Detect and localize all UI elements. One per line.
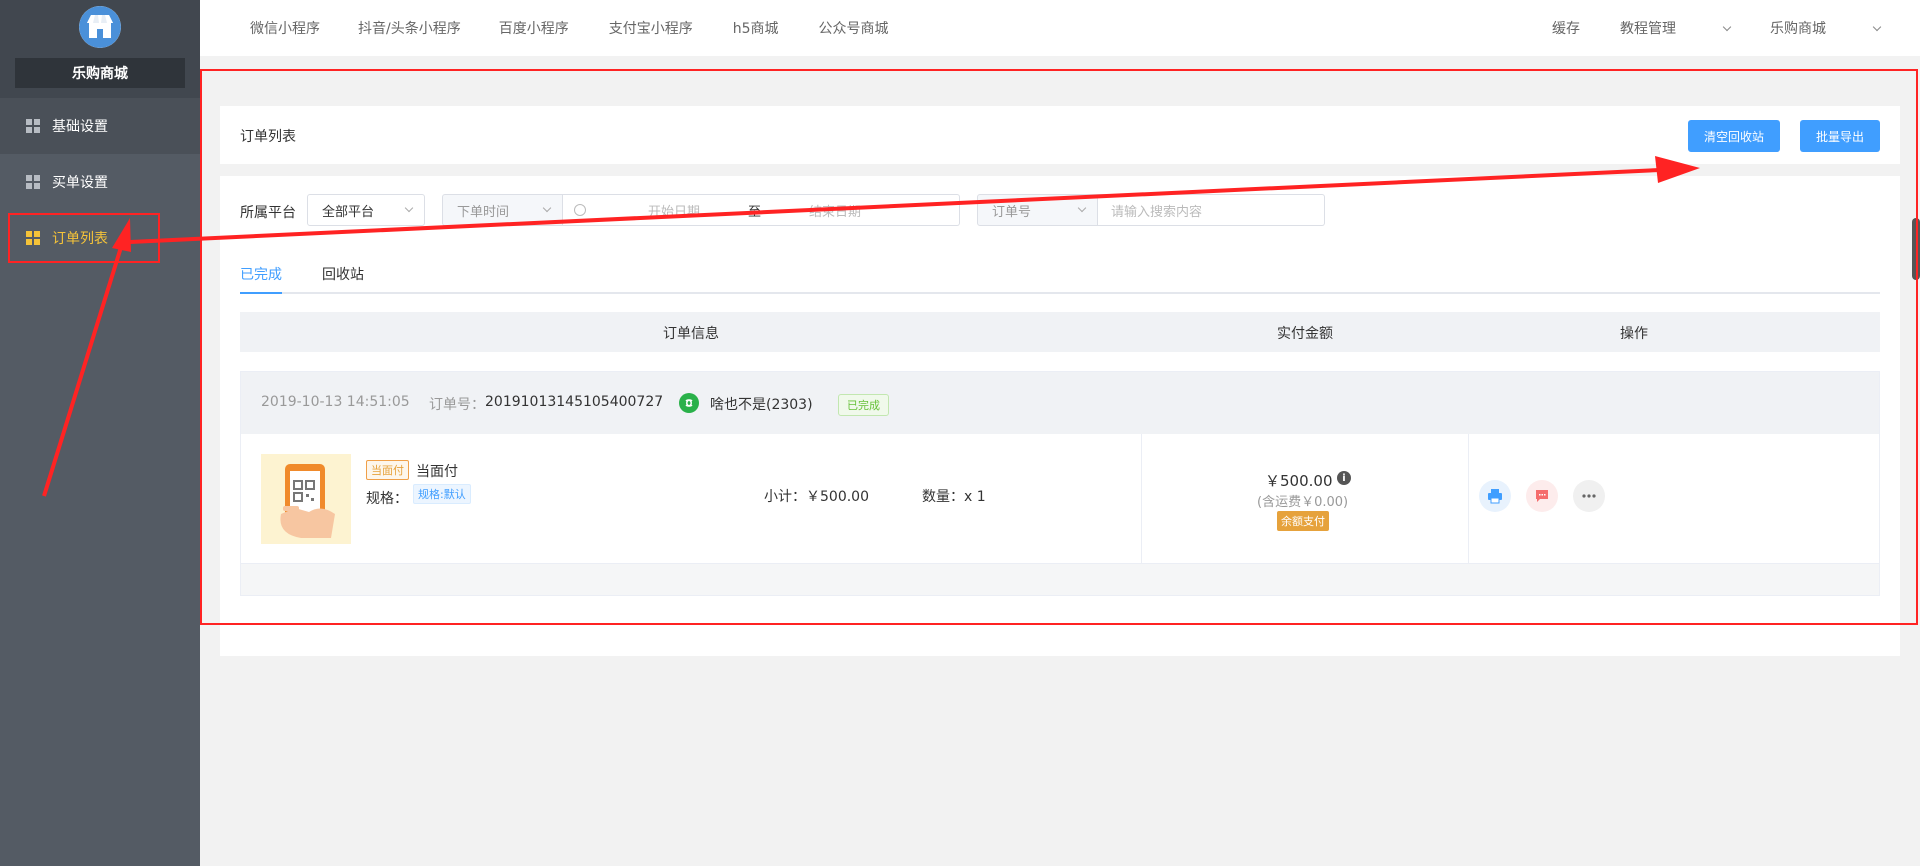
tutorial-menu[interactable]: 教程管理 xyxy=(1620,18,1732,38)
panel-header: 订单列表 清空回收站 批量导出 xyxy=(220,106,1900,164)
platform-select-value: 全部平台 xyxy=(322,204,375,220)
store-menu[interactable]: 乐购商城 xyxy=(1770,18,1882,38)
product-name: 当面付 xyxy=(416,464,458,480)
sidebar-header: 乐购商城 xyxy=(0,0,200,98)
search-input[interactable]: 请输入搜索内容 xyxy=(1097,194,1325,226)
tab-completed[interactable]: 已完成 xyxy=(240,264,282,294)
nav-douyin-miniapp[interactable]: 抖音/头条小程序 xyxy=(358,18,461,38)
wechat-platform-icon xyxy=(679,393,699,413)
date-range-picker[interactable]: 开始日期 至 结束日期 xyxy=(562,194,960,226)
paid-amount: ￥500.00 xyxy=(1265,472,1333,490)
message-icon xyxy=(1536,490,1548,502)
column-header-order-info: 订单信息 xyxy=(663,326,719,342)
product-image xyxy=(261,454,351,544)
chevron-down-icon xyxy=(1077,203,1087,213)
platform-label: 所属平台 xyxy=(240,205,296,221)
order-card: 2019-10-13 14:51:05 订单号： 201910131451054… xyxy=(240,371,1880,596)
more-icon xyxy=(1582,494,1596,498)
sidebar-menu: 基础设置 买单设置 订单列表 xyxy=(0,98,200,266)
info-icon[interactable]: i xyxy=(1337,471,1351,485)
keyword-type-select[interactable]: 订单号 xyxy=(977,194,1098,226)
chevron-down-icon xyxy=(1722,22,1732,32)
nav-alipay-miniapp[interactable]: 支付宝小程序 xyxy=(609,18,693,38)
status-badge: 已完成 xyxy=(838,394,889,416)
more-button[interactable] xyxy=(1573,480,1605,512)
nav-h5-store[interactable]: h5商城 xyxy=(733,18,779,38)
sidebar-item-order-list[interactable]: 订单列表 xyxy=(0,210,200,266)
start-date-input[interactable]: 开始日期 xyxy=(648,201,700,220)
top-nav: 微信小程序 抖音/头条小程序 百度小程序 支付宝小程序 h5商城 公众号商城 缓… xyxy=(200,0,1920,56)
subtotal: 小计：￥500.00 xyxy=(764,489,869,505)
platform-select[interactable]: 全部平台 xyxy=(307,194,425,226)
nav-baidu-miniapp[interactable]: 百度小程序 xyxy=(499,18,569,38)
sidebar-item-checkout-settings[interactable]: 买单设置 xyxy=(0,154,200,210)
chevron-down-icon xyxy=(404,203,414,213)
clear-recycle-bin-button[interactable]: 清空回收站 xyxy=(1688,120,1780,152)
sidebar: 乐购商城 基础设置 买单设置 订单列表 xyxy=(0,0,200,866)
remark-button[interactable] xyxy=(1526,480,1558,512)
table-header: 订单信息 实付金额 操作 xyxy=(240,312,1880,352)
end-date-input[interactable]: 结束日期 xyxy=(809,201,861,220)
order-time: 2019-10-13 14:51:05 xyxy=(261,394,410,410)
order-item-row: 当面付 当面付 规格： 规格:默认 小计：￥500.00 数量：x 1 ￥500… xyxy=(241,434,1879,564)
clock-icon xyxy=(574,204,586,216)
column-header-actions: 操作 xyxy=(1620,326,1648,342)
grid-icon xyxy=(26,175,40,189)
printer-icon xyxy=(1488,489,1502,504)
column-divider xyxy=(1141,434,1142,564)
column-divider xyxy=(1468,434,1469,564)
nav-official-account-store[interactable]: 公众号商城 xyxy=(819,18,889,38)
store-logo xyxy=(79,6,121,48)
spec-label: 规格： xyxy=(366,491,408,507)
spec-tag: 规格:默认 xyxy=(413,484,471,504)
store-name: 乐购商城 xyxy=(15,58,185,88)
order-user: 啥也不是(2303) xyxy=(710,397,813,413)
sidebar-item-label: 买单设置 xyxy=(52,175,108,191)
order-card-header: 2019-10-13 14:51:05 订单号： 201910131451054… xyxy=(241,372,1879,434)
store-label: 乐购商城 xyxy=(1770,21,1826,37)
payment-method-badge: 余额支付 xyxy=(1277,511,1329,531)
page-title: 订单列表 xyxy=(240,129,296,145)
order-no: 20191013145105400727 xyxy=(485,394,664,410)
keyword-type-value: 订单号 xyxy=(992,204,1032,220)
order-panel: 所属平台 全部平台 下单时间 开始日期 至 结束日期 订单号 请输入搜索内容 已… xyxy=(220,176,1900,656)
time-type-value: 下单时间 xyxy=(457,204,510,220)
order-card-footer xyxy=(241,564,1879,595)
quantity: 数量：x 1 xyxy=(922,489,986,505)
nav-wechat-miniapp[interactable]: 微信小程序 xyxy=(250,18,320,38)
grid-icon xyxy=(26,119,40,133)
sidebar-item-basic-settings[interactable]: 基础设置 xyxy=(0,98,200,154)
batch-export-button[interactable]: 批量导出 xyxy=(1800,120,1880,152)
cache-link[interactable]: 缓存 xyxy=(1552,18,1580,38)
time-type-select[interactable]: 下单时间 xyxy=(442,194,563,226)
grid-icon xyxy=(26,231,40,245)
sidebar-item-label: 基础设置 xyxy=(52,119,108,135)
status-tabs: 已完成 回收站 xyxy=(240,264,1880,294)
tab-recycle-bin[interactable]: 回收站 xyxy=(322,264,364,294)
chevron-down-icon xyxy=(542,203,552,213)
order-no-label: 订单号： xyxy=(429,397,485,413)
tutorial-label: 教程管理 xyxy=(1620,21,1676,37)
print-button[interactable] xyxy=(1479,480,1511,512)
shipping-fee: (含运费￥0.00) xyxy=(1257,495,1349,510)
sidebar-item-label: 订单列表 xyxy=(52,231,108,247)
column-header-paid-amount: 实付金额 xyxy=(1277,326,1333,342)
top-nav-right: 缓存 教程管理 乐购商城 xyxy=(1552,0,1920,56)
date-separator: 至 xyxy=(748,204,762,220)
scrollbar[interactable] xyxy=(1912,218,1920,280)
chevron-down-icon xyxy=(1872,22,1882,32)
payment-type-tag: 当面付 xyxy=(366,460,409,480)
